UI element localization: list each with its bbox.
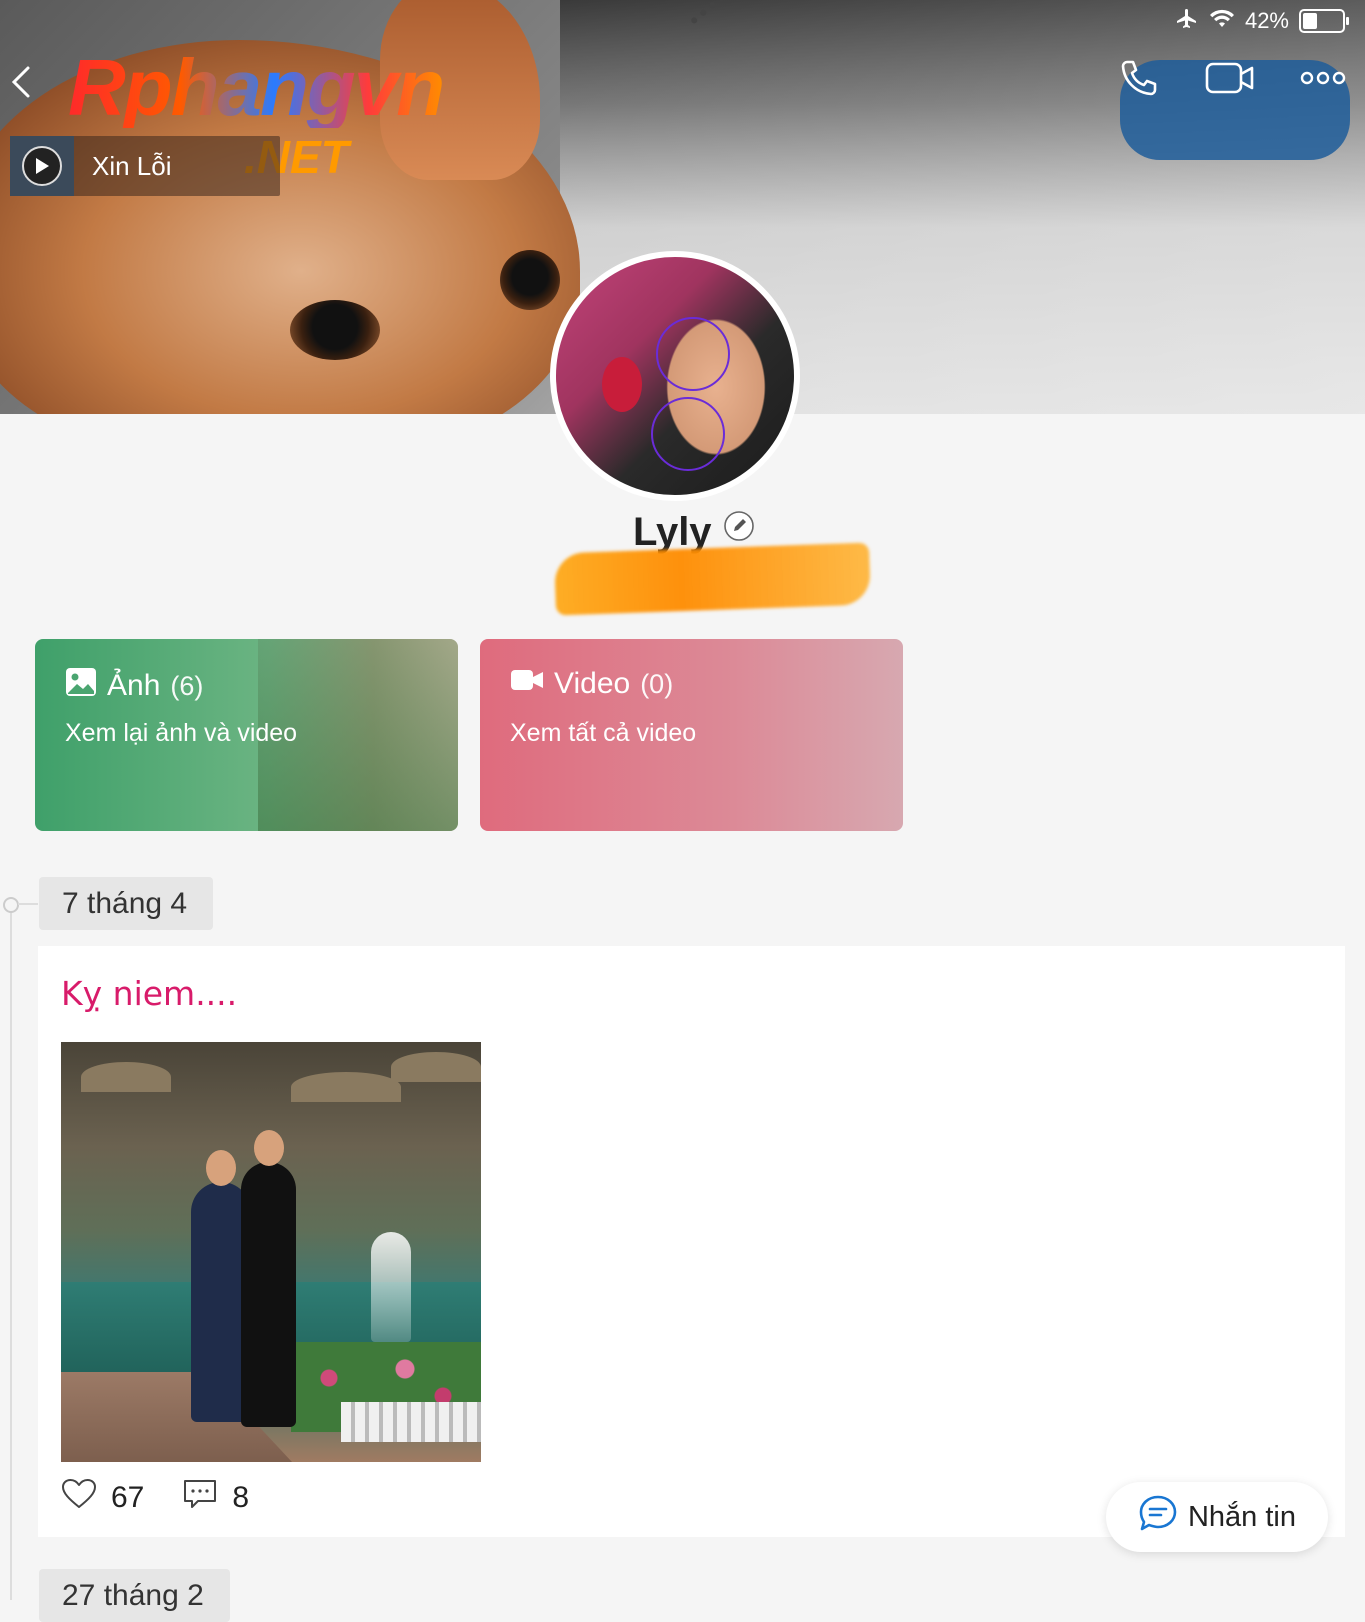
battery-percent: 42% [1244,8,1289,33]
videos-card-title: Video (0) [510,667,673,701]
phone-icon[interactable] [1117,56,1161,105]
song-title: Xin Lỗi [92,150,172,181]
avatar-detail [602,357,642,412]
more-icon[interactable] [1300,56,1346,105]
photo-person [254,1130,284,1166]
photos-card[interactable]: Ảnh (6) Xem lại ảnh và video [35,639,458,831]
like-button[interactable]: 67 [61,1478,144,1518]
wifi-icon [1209,7,1235,35]
watermark-logo: Rphangvn [68,43,445,132]
battery-icon [1299,9,1349,33]
photo-person [206,1150,236,1186]
videos-card-label: Video [554,667,631,700]
video-camera-icon [510,667,544,701]
like-count: 67 [111,1481,145,1514]
heart-icon [61,1478,97,1518]
redaction-scribble [554,542,871,616]
cover-dog-eye [500,250,560,310]
chat-icon [1138,1494,1178,1540]
timeline-line [10,910,12,1600]
message-button[interactable]: Nhắn tin [1106,1482,1328,1552]
videos-card-subtitle: Xem tất cả video [510,719,697,747]
photo-detail [371,1232,411,1342]
avatar[interactable] [550,251,800,501]
comment-button[interactable]: 8 [182,1478,249,1518]
timeline-post[interactable]: Kỵ niem.... 67 8 [38,946,1345,1537]
videos-count: (0) [640,668,674,699]
message-button-label: Nhắn tin [1187,1500,1296,1533]
photo-detail [291,1072,401,1102]
photos-count: (6) [170,670,204,701]
photos-card-title: Ảnh (6) [65,667,203,705]
timeline-date: 27 tháng 2 [39,1569,230,1622]
post-photo[interactable] [61,1042,481,1462]
timeline-date: 7 tháng 4 [39,877,214,930]
timeline-connector [18,903,38,905]
song-thumbnail [10,136,74,196]
back-icon[interactable] [6,62,46,102]
photos-card-label: Ảnh [107,669,161,702]
status-bar: 42% [1175,6,1349,36]
avatar-sticker [651,397,725,471]
video-call-icon[interactable] [1204,56,1256,105]
avatar-sticker [656,317,730,391]
comment-icon [182,1478,218,1518]
timeline-dot [3,897,19,913]
profile-song[interactable]: Xin Lỗi [10,136,280,196]
image-icon [65,667,97,705]
post-caption: Kỵ niem.... [61,974,238,1013]
play-icon[interactable] [22,146,62,186]
photo-detail [391,1052,481,1082]
photos-card-subtitle: Xem lại ảnh và video [65,719,298,747]
comment-count: 8 [232,1481,250,1514]
airplane-icon [1175,6,1199,36]
videos-card[interactable]: Video (0) Xem tất cả video [480,639,903,831]
edit-name-icon[interactable] [723,510,754,541]
photo-detail [341,1402,481,1442]
photo-detail [81,1062,171,1092]
cover-dog-eye [290,300,380,360]
post-actions: 67 8 [61,1478,287,1518]
photo-person [241,1162,296,1427]
